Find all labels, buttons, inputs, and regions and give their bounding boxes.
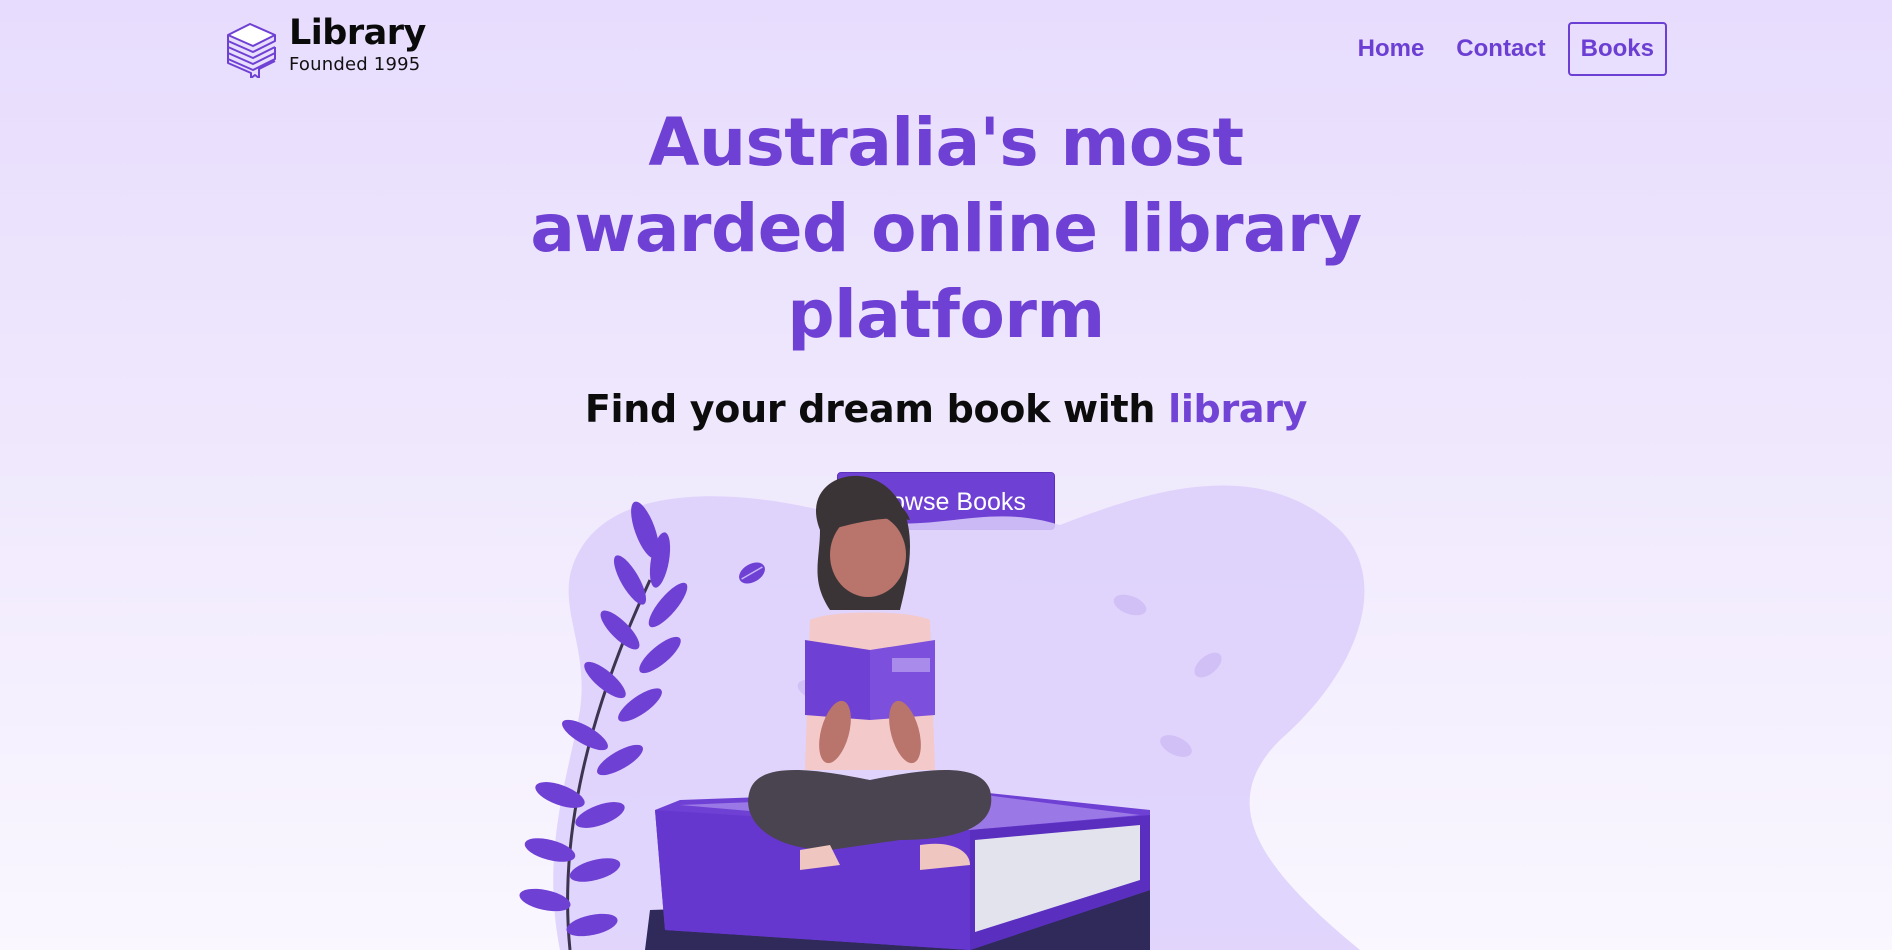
brand-subtitle: Founded 1995 xyxy=(289,54,421,75)
hero-subtitle-prefix: Find your dream book with xyxy=(584,387,1169,431)
nav-link-books[interactable]: Books xyxy=(1567,22,1667,76)
hero-subtitle-accent: library xyxy=(1168,387,1308,431)
brand-title: Library xyxy=(289,13,426,53)
nav-link-contact[interactable]: Contact xyxy=(1456,22,1545,76)
nav-links: Home Contact Books xyxy=(1326,22,1667,76)
woman-reading-on-books-illustration xyxy=(519,475,1365,950)
brand-link[interactable]: Library Founded 1995 xyxy=(225,14,426,78)
navbar: Library Founded 1995 Home Contact Books xyxy=(0,0,1892,100)
books-stack-icon xyxy=(227,23,276,78)
hero-title: Australia's most awarded online library … xyxy=(530,104,1362,353)
nav-link-home[interactable]: Home xyxy=(1358,22,1425,76)
hero-subtitle: Find your dream book with library xyxy=(0,384,1892,434)
hero: Australia's most awarded online library … xyxy=(0,100,1892,530)
